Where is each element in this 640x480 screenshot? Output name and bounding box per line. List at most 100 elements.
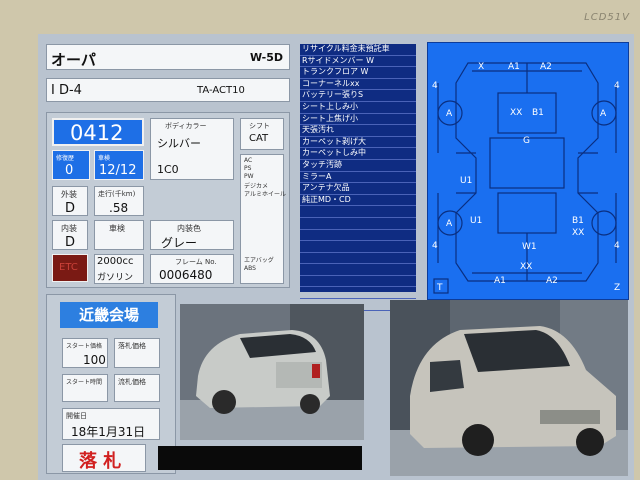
mark-4-bl: 4 bbox=[432, 241, 438, 251]
mileage-value: .58 bbox=[109, 201, 129, 215]
car-rear-image-icon bbox=[180, 304, 364, 440]
body-color-label: ボディカラー bbox=[165, 122, 207, 130]
equipment-airbag: エアバッグ bbox=[244, 257, 274, 264]
grade-field: I D-4 TA-ACT10 bbox=[46, 78, 290, 102]
note-item: ミラーA bbox=[300, 172, 416, 184]
result-value: 落 札 bbox=[79, 451, 122, 472]
mark-b1-hood: B1 bbox=[532, 108, 544, 118]
auction-date-value: 18年1月31日 bbox=[71, 425, 146, 439]
note-item bbox=[300, 218, 416, 230]
note-item: リサイクル料金未預託車 bbox=[300, 44, 416, 56]
note-item bbox=[300, 230, 416, 242]
model-code: W-5D bbox=[250, 51, 283, 64]
mark-4-tl: 4 bbox=[432, 81, 438, 91]
exterior-value: D bbox=[65, 201, 76, 216]
repair-history-box: 修復歴 0 bbox=[52, 150, 90, 180]
mark-xx-rear: XX bbox=[572, 228, 584, 238]
mark-xx-bottom: XX bbox=[520, 262, 532, 272]
engine-box: 2000cc ガソリン bbox=[94, 254, 144, 284]
shift-value: CAT bbox=[249, 133, 269, 144]
lot-number: 0412 bbox=[70, 121, 124, 145]
interior-label: 内装 bbox=[61, 224, 77, 233]
mark-4-tr: 4 bbox=[614, 81, 620, 91]
condition-notes-list: リサイクル料金未預託車 Rサイドメンバー W トランクフロア W コーナーネルx… bbox=[300, 44, 416, 311]
interior-color-label: 内装色 bbox=[177, 224, 201, 233]
repair-history-label: 修復歴 bbox=[56, 155, 75, 162]
note-item: Rサイドメンバー W bbox=[300, 56, 416, 68]
start-price-box: スタート価格 100 bbox=[62, 338, 108, 368]
auction-screen: オーパ W-5D I D-4 TA-ACT10 0412 修復歴 0 車検 12… bbox=[38, 34, 634, 480]
equipment-alloy: アルミホイール bbox=[244, 191, 286, 198]
mark-a1-bottom: A1 bbox=[494, 276, 506, 286]
mark-b1-rear: B1 bbox=[572, 216, 584, 226]
note-item: タッチ汚跡 bbox=[300, 160, 416, 172]
equipment-ps: PS bbox=[244, 165, 252, 172]
vehicle-box: 車検 bbox=[94, 220, 144, 250]
auction-date-label: 開催日 bbox=[66, 412, 87, 420]
vehicle-label: 車検 bbox=[109, 224, 125, 233]
interior-color-value: グレー bbox=[161, 236, 198, 250]
mark-u1-rear: U1 bbox=[470, 216, 482, 226]
note-item bbox=[300, 241, 416, 253]
venue-label: 近畿会場 bbox=[60, 302, 158, 328]
engine-cc: 2000cc bbox=[97, 256, 134, 267]
chassis-value: TA-ACT10 bbox=[197, 85, 245, 96]
body-color-code: 1C0 bbox=[157, 163, 179, 176]
note-item: アンテナ欠品 bbox=[300, 183, 416, 195]
note-item bbox=[300, 253, 416, 265]
note-item: 天張汚れ bbox=[300, 125, 416, 137]
note-item: トランクフロア W bbox=[300, 67, 416, 79]
car-outline-icon: X A1 A2 4 4 A XX B1 A G U1 U1 A B1 XX 4 … bbox=[432, 62, 620, 294]
lot-number-box: 0412 bbox=[52, 118, 144, 146]
note-item bbox=[300, 206, 416, 218]
note-item bbox=[300, 264, 416, 276]
mark-a2-top: A2 bbox=[540, 62, 552, 72]
start-price-value: 100 bbox=[83, 353, 106, 367]
shift-label: シフト bbox=[249, 122, 270, 130]
mark-x: X bbox=[478, 62, 484, 72]
car-rear-photo bbox=[180, 304, 364, 440]
unsold-price-box: 流札価格 bbox=[114, 374, 160, 402]
equipment-ac: AC bbox=[244, 157, 253, 164]
start-price-label: スタート価格 bbox=[66, 343, 103, 350]
interior-box: 内装 D bbox=[52, 220, 88, 250]
mark-a-fr: A bbox=[600, 109, 607, 119]
note-item bbox=[300, 276, 416, 288]
etc-badge: ETC bbox=[52, 254, 88, 282]
etc-badge-text: ETC bbox=[59, 262, 78, 273]
mark-a2-bottom: A2 bbox=[546, 276, 558, 286]
sold-price-label: 落札価格 bbox=[118, 342, 146, 350]
frame-value: 0006480 bbox=[159, 268, 213, 282]
equipment-box: AC PS PW デジカメ アルミホイール エアバッグ ABS bbox=[240, 154, 286, 284]
exterior-box: 外装 D bbox=[52, 186, 88, 216]
note-item: シート上しみ小 bbox=[300, 102, 416, 114]
inspection-label: 車検 bbox=[98, 155, 111, 162]
inspection-value: 12/12 bbox=[99, 163, 137, 178]
frame-box: フレーム No. 0006480 bbox=[150, 254, 234, 284]
start-time-label: スタート時間 bbox=[66, 379, 103, 386]
note-item: コーナーネルxx bbox=[300, 79, 416, 91]
monitor-label: LCD51V bbox=[584, 12, 630, 23]
mark-4-br: 4 bbox=[614, 241, 620, 251]
car-front-image-icon bbox=[390, 300, 628, 476]
sold-price-box: 落札価格 bbox=[114, 338, 160, 368]
mileage-label: 走行(千km) bbox=[98, 190, 136, 198]
message-bar bbox=[158, 446, 362, 470]
equipment-abs: ABS bbox=[244, 265, 256, 272]
mark-a-rl: A bbox=[446, 219, 453, 229]
damage-diagram: X A1 A2 4 4 A XX B1 A G U1 U1 A B1 XX 4 … bbox=[427, 42, 629, 300]
note-item: バッテリー張りS bbox=[300, 90, 416, 102]
inspection-box: 車検 12/12 bbox=[94, 150, 144, 180]
interior-color-box: 内装色 グレー bbox=[150, 220, 234, 250]
grade-value: I D-4 bbox=[51, 83, 82, 98]
shift-box: シフト CAT bbox=[240, 118, 284, 150]
note-item: カーペット剥げ大 bbox=[300, 137, 416, 149]
mark-a1-top: A1 bbox=[508, 62, 520, 72]
note-item bbox=[300, 287, 416, 300]
mark-w1: W1 bbox=[522, 242, 537, 252]
mark-t: T bbox=[436, 283, 443, 293]
mark-a-fl: A bbox=[446, 109, 453, 119]
equipment-pw: PW bbox=[244, 173, 254, 180]
engine-fuel: ガソリン bbox=[97, 273, 134, 283]
body-color-box: ボディカラー シルバー 1C0 bbox=[150, 118, 234, 180]
